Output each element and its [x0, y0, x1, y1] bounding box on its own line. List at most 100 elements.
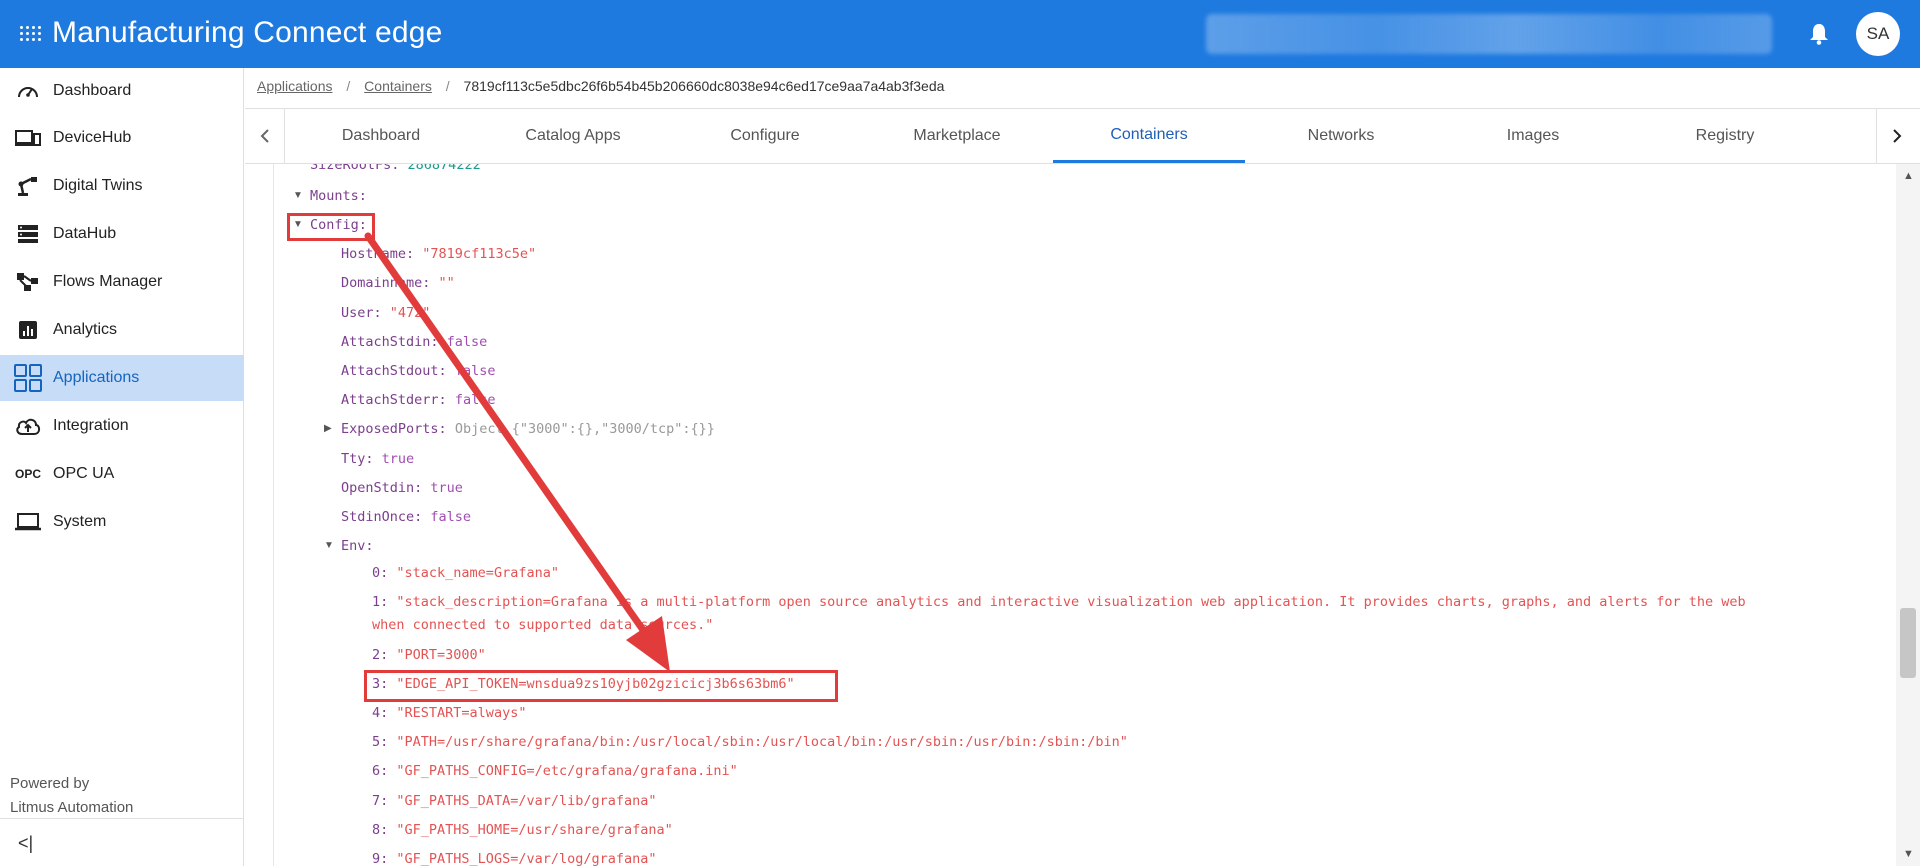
tab-marketplace[interactable]: Marketplace	[861, 109, 1053, 163]
json-number-value: 286874222	[407, 164, 481, 173]
server-icon	[14, 221, 42, 247]
json-row-user: User: "472"	[341, 305, 431, 321]
env-item: 9: "GF_PATHS_LOGS=/var/log/grafana"	[372, 851, 657, 866]
sidebar-item-label: DeviceHub	[53, 129, 132, 146]
breadcrumb-containers[interactable]: Containers	[364, 78, 432, 94]
json-string-value: ""	[438, 275, 455, 291]
json-row-exposedports[interactable]: ExposedPorts: Object {"3000":{},"3000/tc…	[341, 421, 715, 437]
env-index: 8	[372, 822, 381, 838]
sidebar-item-analytics[interactable]: Analytics	[0, 307, 244, 353]
env-index: 1	[372, 594, 381, 610]
powered-by-text: Powered by Litmus Automation	[10, 772, 133, 820]
json-row-stdinonce: StdinOnce: false	[341, 509, 472, 525]
scrollbar-thumb[interactable]	[1900, 608, 1916, 678]
sidebar-item-label: OPC UA	[53, 465, 115, 482]
json-row-openstdin: OpenStdin: true	[341, 480, 463, 496]
expand-triangle-icon[interactable]: ▼	[324, 540, 334, 551]
tab-catalog-apps[interactable]: Catalog Apps	[477, 109, 669, 163]
json-row-attachstderr: AttachStderr: false	[341, 392, 496, 408]
json-key: AttachStderr	[341, 392, 439, 408]
env-value: "PATH=/usr/share/grafana/bin:/usr/local/…	[396, 734, 1128, 750]
tab-bar: Dashboard Catalog Apps Configure Marketp…	[245, 108, 1920, 164]
sidebar-item-dashboard[interactable]: Dashboard	[0, 68, 244, 114]
tab-configure[interactable]: Configure	[669, 109, 861, 163]
json-key: StdinOnce	[341, 509, 415, 525]
annotation-highlight-config	[287, 213, 375, 241]
json-key: Domainname	[341, 275, 423, 291]
json-key: AttachStdin	[341, 334, 431, 350]
env-value: "GF_PATHS_CONFIG=/etc/grafana/grafana.in…	[396, 763, 738, 779]
sidebar-item-integration[interactable]: Integration	[0, 403, 244, 449]
sidebar-item-flows-manager[interactable]: Flows Manager	[0, 259, 244, 305]
laptop-icon	[14, 509, 42, 535]
chevron-left-icon	[260, 129, 269, 143]
sidebar-item-applications[interactable]: Applications	[0, 355, 244, 401]
json-row-hostname: Hostname: "7819cf113c5e"	[341, 246, 537, 262]
blurred-search-field[interactable]	[1206, 14, 1772, 54]
collapsed-triangle-icon[interactable]: ▶	[324, 423, 332, 434]
json-boolean-value: false	[454, 392, 496, 408]
opc-icon: OPC	[14, 467, 41, 481]
env-item: 8: "GF_PATHS_HOME=/usr/share/grafana"	[372, 822, 673, 838]
env-value: "GF_PATHS_HOME=/usr/share/grafana"	[396, 822, 673, 838]
sidebar-item-label: Analytics	[53, 321, 118, 338]
sidebar-item-opc-ua[interactable]: OPC OPC UA	[0, 451, 244, 497]
sidebar-item-label: Flows Manager	[53, 273, 163, 290]
app-title: Manufacturing Connect edge	[52, 16, 442, 50]
user-avatar[interactable]: SA	[1856, 12, 1900, 56]
json-row-env[interactable]: Env:	[341, 538, 374, 554]
env-item: 2: "PORT=3000"	[372, 647, 486, 663]
tab-registry[interactable]: Registry	[1629, 109, 1821, 163]
container-inspect-json-viewer: SizeRootFs: 286874222 ▼ Mounts: ▼ Config…	[273, 164, 1867, 866]
collapse-sidebar-button[interactable]: <|	[0, 818, 244, 866]
sidebar-item-label: Applications	[53, 369, 140, 386]
flow-icon	[14, 269, 42, 295]
breadcrumb-current-container-id: 7819cf113c5e5dbc26f6b54b45b206660dc8038e…	[463, 78, 945, 94]
sidebar-item-system[interactable]: System	[0, 499, 244, 545]
notifications-bell-icon[interactable]	[1808, 22, 1830, 46]
json-key: SizeRootFs	[310, 164, 392, 173]
app-title-main: Manufacturing Connect	[52, 16, 367, 49]
tab-images[interactable]: Images	[1437, 109, 1629, 163]
scroll-down-arrow-icon[interactable]: ▼	[1903, 848, 1914, 860]
app-launcher-icon[interactable]	[20, 26, 41, 42]
tab-containers[interactable]: Containers	[1053, 109, 1245, 163]
env-item: 5: "PATH=/usr/share/grafana/bin:/usr/loc…	[372, 734, 1128, 750]
env-item: 7: "GF_PATHS_DATA=/var/lib/grafana"	[372, 793, 657, 809]
app-title-suffix: edge	[374, 16, 443, 49]
scroll-up-arrow-icon[interactable]: ▲	[1903, 170, 1914, 182]
tab-networks[interactable]: Networks	[1245, 109, 1437, 163]
powered-by-company: Litmus Automation	[10, 799, 134, 816]
json-boolean-value: false	[446, 334, 488, 350]
expand-triangle-icon[interactable]: ▼	[293, 190, 303, 201]
tabs-scroll-right-button[interactable]	[1876, 109, 1916, 163]
env-index: 0	[372, 565, 381, 581]
sidebar-item-label: Integration	[53, 417, 129, 434]
env-item: 4: "RESTART=always"	[372, 705, 527, 721]
annotation-highlight-api-token	[364, 670, 838, 702]
breadcrumb-separator: /	[346, 78, 351, 94]
tabs-scroll-left-button[interactable]	[245, 109, 285, 163]
breadcrumb-applications[interactable]: Applications	[257, 78, 333, 94]
grid-apps-icon	[14, 364, 42, 392]
json-boolean-value: true	[381, 451, 415, 467]
json-row-domainname: Domainname: ""	[341, 275, 455, 291]
env-item: 6: "GF_PATHS_CONFIG=/etc/grafana/grafana…	[372, 763, 738, 779]
content-scrollbar[interactable]: ▲ ▼	[1896, 164, 1920, 866]
env-index: 4	[372, 705, 381, 721]
json-row-mounts[interactable]: Mounts:	[310, 188, 367, 204]
powered-by-line: Powered by	[10, 775, 90, 792]
tab-dashboard[interactable]: Dashboard	[285, 109, 477, 163]
top-app-bar: Manufacturing Connect edge SA	[0, 0, 1920, 68]
speedometer-icon	[14, 78, 42, 104]
env-item-continuation: when connected to supported data sources…	[372, 617, 713, 633]
json-key: AttachStdout	[341, 363, 439, 379]
sidebar-nav: Dashboard DeviceHub Digital Twins DataHu…	[0, 68, 244, 866]
sidebar-item-label: DataHub	[53, 225, 117, 242]
env-item: 0: "stack_name=Grafana"	[372, 565, 559, 581]
sidebar-item-datahub[interactable]: DataHub	[0, 211, 244, 257]
sidebar-item-digital-twins[interactable]: Digital Twins	[0, 163, 244, 209]
sidebar-item-label: Digital Twins	[53, 177, 143, 194]
chart-icon	[14, 317, 42, 343]
sidebar-item-devicehub[interactable]: DeviceHub	[0, 115, 244, 161]
